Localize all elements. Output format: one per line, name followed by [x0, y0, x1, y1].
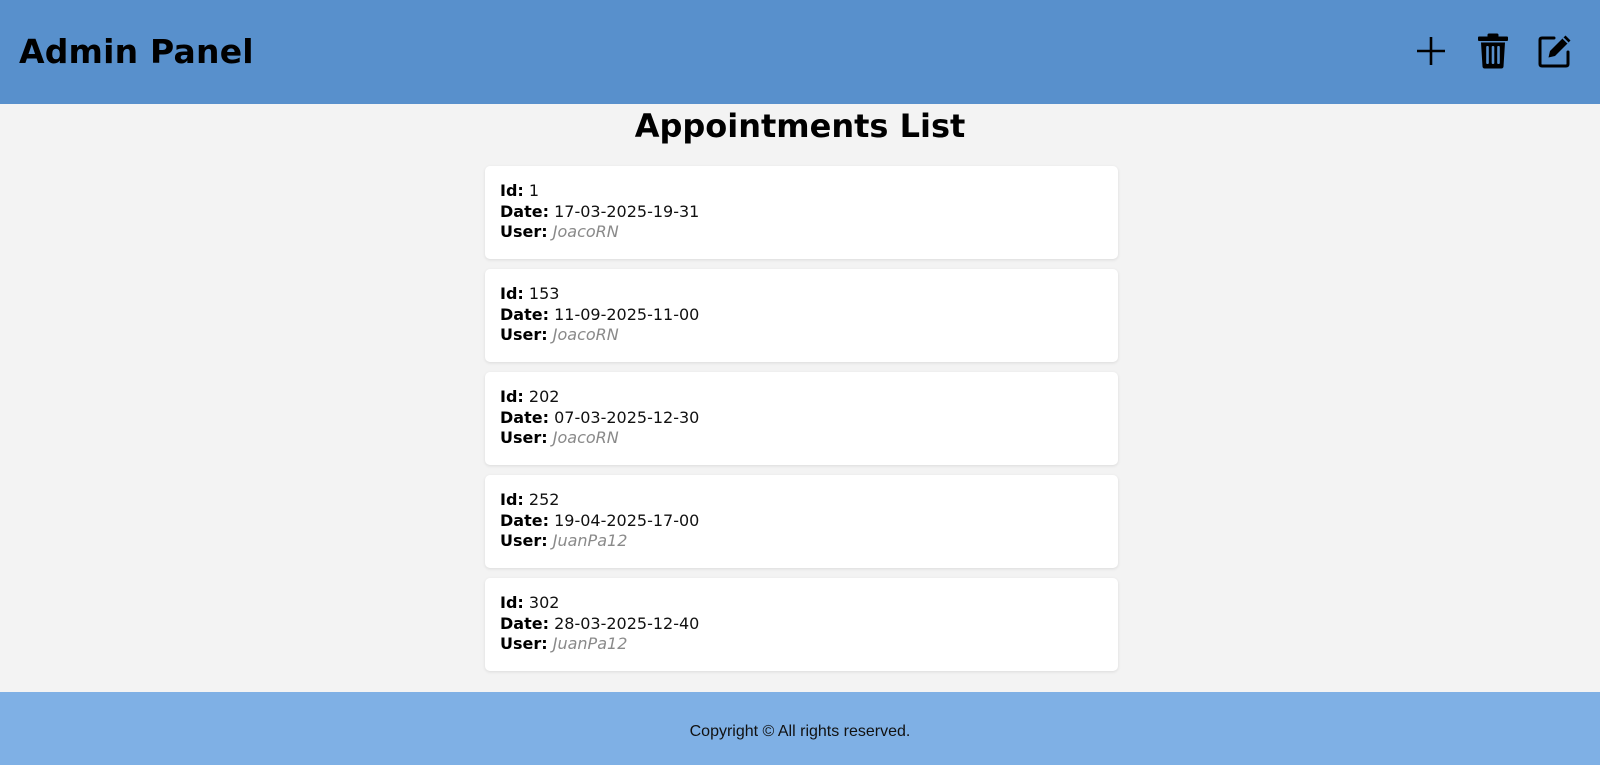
- appointment-id-row: Id: 252: [500, 490, 1103, 511]
- appointment-date-label: Date:: [500, 201, 549, 221]
- appointment-date-row: Date: 11-09-2025-11-00: [500, 305, 1103, 326]
- appointment-id-value: 302: [528, 593, 560, 612]
- appointment-id-value: 202: [528, 387, 560, 406]
- plus-icon: [1417, 37, 1445, 65]
- appointment-id-row: Id: 1: [500, 181, 1103, 202]
- appointment-id-label: Id:: [500, 387, 524, 406]
- page-title: Appointments List: [634, 107, 966, 145]
- edit-icon: [1538, 35, 1571, 68]
- edit-button[interactable]: [1536, 32, 1574, 70]
- appointment-date-row: Date: 28-03-2025-12-40: [500, 614, 1103, 635]
- appointment-date-label: Date:: [500, 613, 549, 633]
- appointment-date-value: 07-03-2025-12-30: [554, 407, 700, 427]
- appointment-user-label: User:: [500, 325, 548, 344]
- appointment-date-label: Date:: [500, 510, 549, 530]
- appointment-id-value: 153: [528, 284, 560, 303]
- appointment-id-label: Id:: [500, 181, 524, 200]
- appointment-date-value: 11-09-2025-11-00: [554, 304, 700, 324]
- appointment-user-value: JoacoRN: [552, 428, 619, 447]
- appointment-card: Id: 153 Date: 11-09-2025-11-00 User: Joaco…: [485, 269, 1118, 362]
- appointment-id-row: Id: 202: [500, 387, 1103, 408]
- appointment-user-label: User:: [500, 634, 548, 653]
- trash-icon: [1478, 33, 1508, 69]
- appointment-card: Id: 302 Date: 28-03-2025-12-40 User: JuanP…: [485, 578, 1118, 671]
- appointment-user-label: User:: [500, 531, 548, 550]
- appointment-date-value: 17-03-2025-19-31: [554, 201, 700, 221]
- delete-button[interactable]: [1474, 32, 1512, 70]
- appointment-card: Id: 1 Date: 17-03-2025-19-31 User: JoacoRN: [485, 166, 1118, 259]
- appointment-date-label: Date:: [500, 407, 549, 427]
- appointment-user-row: User: JoacoRN: [500, 222, 1103, 243]
- toolbar: [1412, 32, 1574, 70]
- appointment-user-row: User: JoacoRN: [500, 325, 1103, 346]
- appointment-id-row: Id: 302: [500, 593, 1103, 614]
- copyright-text: Copyright © All rights reserved.: [689, 722, 911, 740]
- appointment-user-value: JuanPa12: [552, 531, 628, 550]
- appointment-user-row: User: JuanPa12: [500, 531, 1103, 552]
- appointment-id-label: Id:: [500, 284, 524, 303]
- appointment-date-value: 28-03-2025-12-40: [554, 613, 700, 633]
- appointment-user-value: JuanPa12: [552, 634, 628, 653]
- appointment-card: Id: 202 Date: 07-03-2025-12-30 User: Joaco…: [485, 372, 1118, 465]
- appointments-list: Id: 1 Date: 17-03-2025-19-31 User: JoacoRN…: [485, 166, 1118, 681]
- appointment-card: Id: 252 Date: 19-04-2025-17-00 User: JuanP…: [485, 475, 1118, 568]
- appointment-date-label: Date:: [500, 304, 549, 324]
- appointment-id-value: 1: [528, 181, 540, 200]
- app-title: Admin Panel: [19, 31, 254, 71]
- appointment-user-row: User: JoacoRN: [500, 428, 1103, 449]
- add-button[interactable]: [1412, 32, 1450, 70]
- appointment-id-row: Id: 153: [500, 284, 1103, 305]
- appointment-user-value: JoacoRN: [552, 222, 619, 241]
- footer: Copyright © All rights reserved.: [0, 692, 1600, 765]
- app-header: Admin Panel: [0, 0, 1600, 104]
- appointment-user-label: User:: [500, 428, 548, 447]
- appointment-date-row: Date: 07-03-2025-12-30: [500, 408, 1103, 429]
- appointment-date-row: Date: 19-04-2025-17-00: [500, 511, 1103, 532]
- appointment-user-label: User:: [500, 222, 548, 241]
- appointment-date-value: 19-04-2025-17-00: [554, 510, 700, 530]
- appointment-date-row: Date: 17-03-2025-19-31: [500, 202, 1103, 223]
- appointment-id-label: Id:: [500, 593, 524, 612]
- appointment-id-label: Id:: [500, 490, 524, 509]
- appointment-user-value: JoacoRN: [552, 325, 619, 344]
- main-content: Appointments List Id: 1 Date: 17-03-2025-…: [0, 104, 1600, 692]
- appointment-user-row: User: JuanPa12: [500, 634, 1103, 655]
- appointment-id-value: 252: [528, 490, 560, 509]
